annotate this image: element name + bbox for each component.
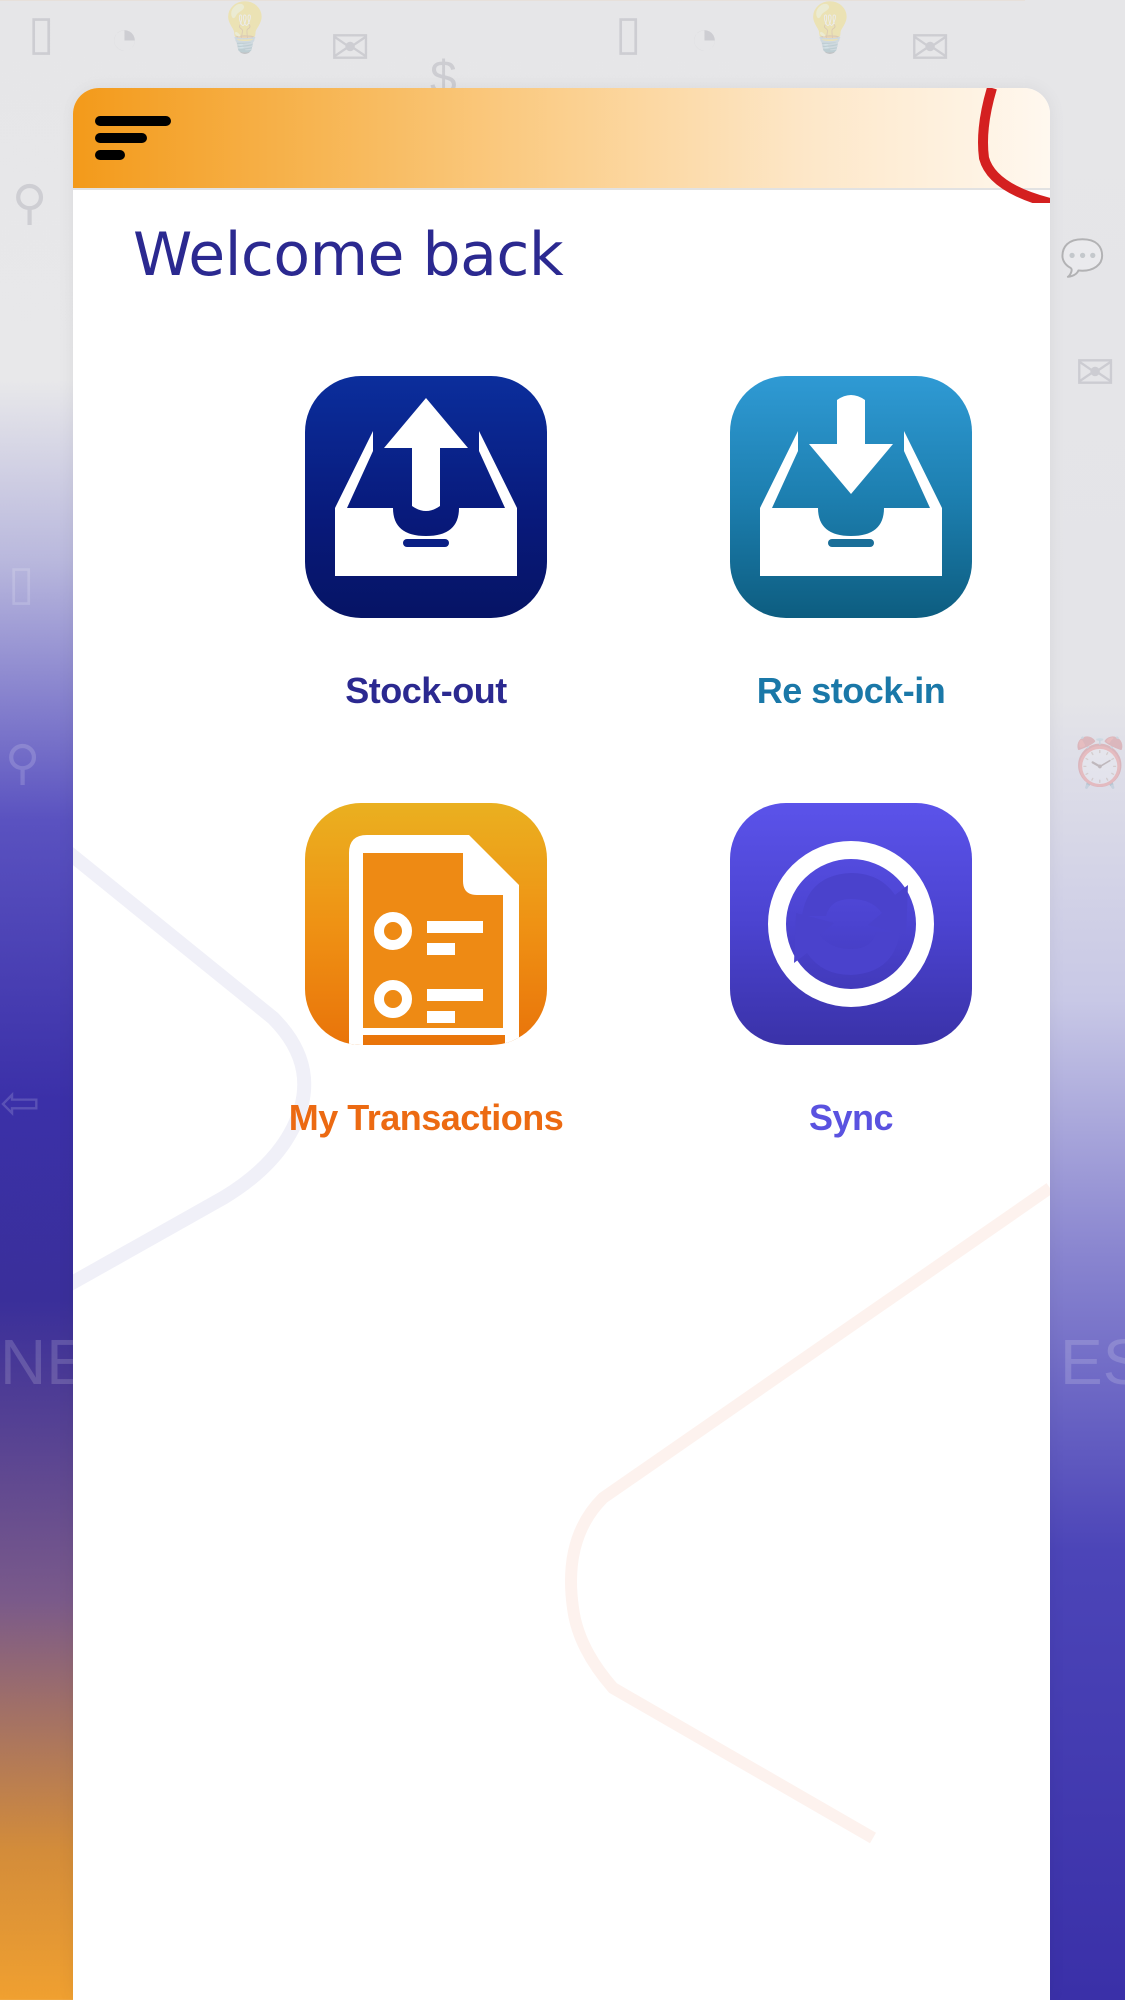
mail-doodle-icon: ✉ xyxy=(910,22,951,75)
sync-icon xyxy=(730,803,972,1045)
bulb-doodle-icon: 💡 xyxy=(215,2,275,55)
tile-label: Re stock-in xyxy=(756,670,946,711)
mail-doodle-icon: ✉ xyxy=(330,22,371,75)
phone-doodle-icon: ▯ xyxy=(615,7,642,60)
header-red-curve xyxy=(978,88,1050,203)
magnifier-doodle-icon: ⚲ xyxy=(5,737,41,790)
bulb-doodle-icon: 💡 xyxy=(800,2,860,55)
tile-re-stock-in[interactable]: Re stock-in xyxy=(681,376,1021,712)
magnifier-doodle-icon: ⚲ xyxy=(12,177,48,230)
tile-stock-out[interactable]: Stock-out xyxy=(256,376,596,712)
tile-label: Sync xyxy=(808,1097,894,1138)
menu-icon-bar xyxy=(95,133,147,143)
tile-my-transactions[interactable]: My Transactions xyxy=(256,803,596,1139)
menu-icon-bar xyxy=(95,150,125,160)
document-list-icon xyxy=(305,803,547,1045)
decorative-peach-line xyxy=(565,1183,1050,1844)
text-doodle: ESS xyxy=(1060,1326,1125,1398)
tile-label: Stock-out xyxy=(345,670,507,711)
speech-doodle-icon: 💬 xyxy=(1060,237,1105,278)
page-title: Welcome back xyxy=(133,220,564,290)
tray-upload-icon xyxy=(305,376,547,618)
pie-doodle-icon: ◔ xyxy=(110,12,139,65)
main-card: Welcome back Stock-out Re stock-in My Tr… xyxy=(73,88,1050,2000)
menu-icon-bar xyxy=(95,116,171,126)
pie-doodle-icon: ◔ xyxy=(690,12,719,65)
tile-sync[interactable]: Sync xyxy=(681,803,1021,1139)
mail-doodle-icon: ✉ xyxy=(1075,347,1116,400)
tile-label: My Transactions xyxy=(288,1097,564,1138)
phone-doodle-icon: ▯ xyxy=(8,557,35,610)
phone-doodle-icon: ▯ xyxy=(28,7,55,60)
clock-doodle-icon: ⏰ xyxy=(1070,737,1125,790)
tray-download-icon xyxy=(730,376,972,618)
header-bar xyxy=(73,88,1050,203)
arrow-doodle-icon: ⇦ xyxy=(0,1077,41,1130)
menu-button[interactable] xyxy=(95,116,173,168)
